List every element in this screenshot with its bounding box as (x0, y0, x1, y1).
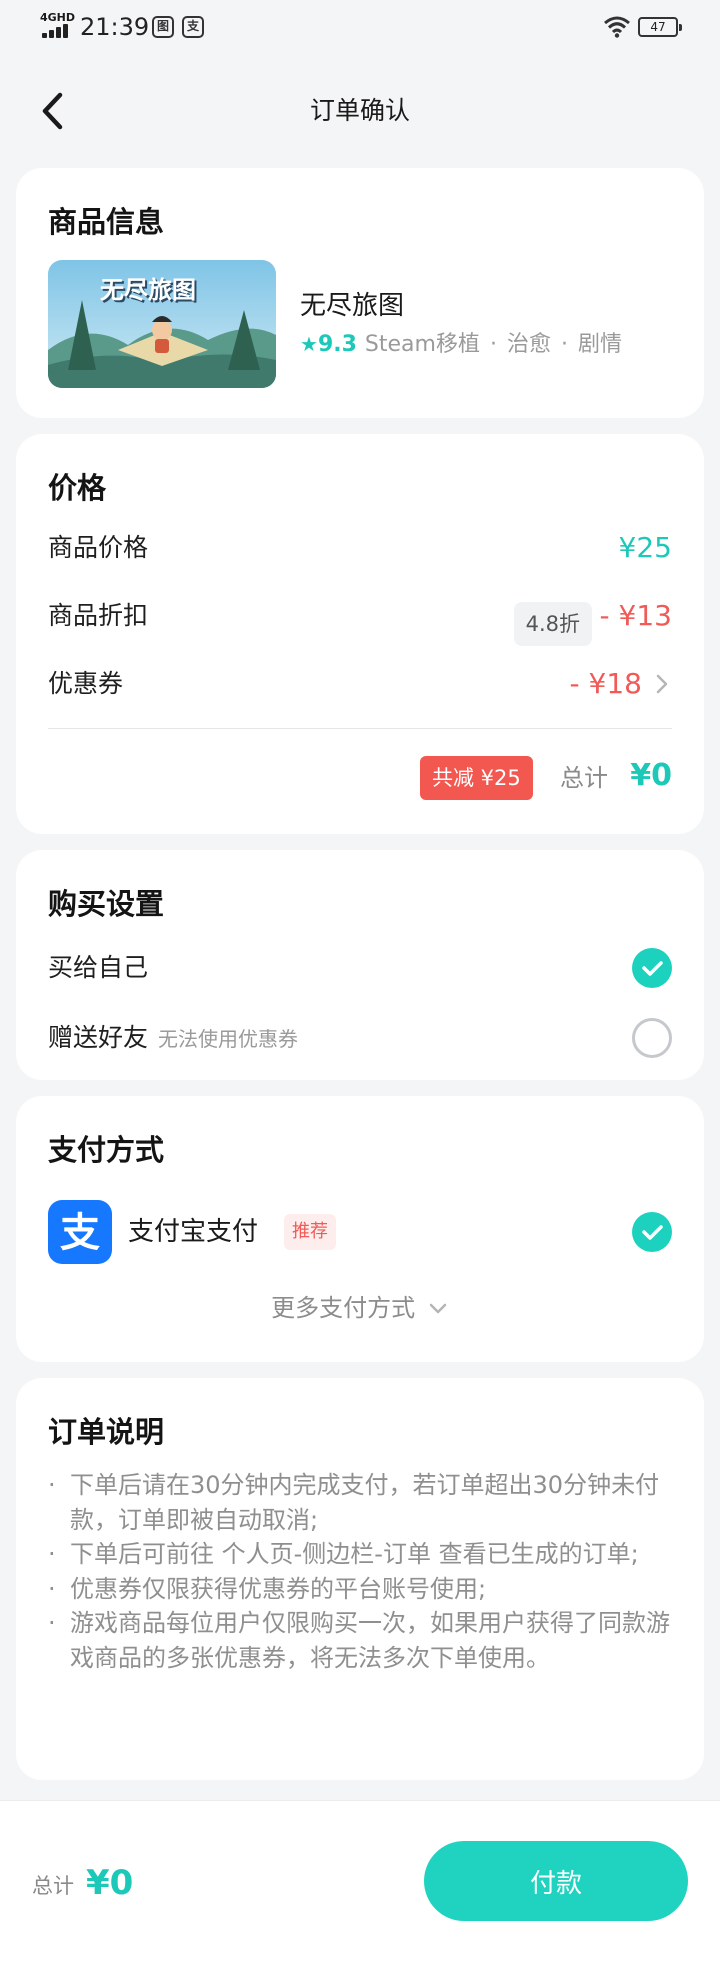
buy-for-self-radio[interactable] (632, 948, 672, 988)
item-price-value: ¥25 (618, 531, 672, 564)
total-reduction-badge: 共减 ¥25 (420, 756, 533, 800)
nav-bar: 订单确认 (0, 72, 720, 152)
recommend-badge: 推荐 (284, 1214, 336, 1250)
purchase-settings-card: 购买设置 买给自己 赠送好友 无法使用优惠券 (16, 850, 704, 1080)
discount-rate-tag: 4.8折 (513, 602, 592, 646)
discount-label: 商品折扣 (48, 601, 149, 630)
discount-amount: - ¥13 (599, 599, 672, 632)
product-rating: 9.3 (317, 332, 357, 357)
order-notes-card: 订单说明 下单后请在30分钟内完成支付，若订单超出30分钟未付款，订单即被自动取… (16, 1378, 704, 1780)
note-item: 下单后可前往 个人页-侧边栏-订单 查看已生成的订单; (48, 1537, 674, 1572)
svg-text:支: 支 (60, 1210, 100, 1256)
chevron-right-icon[interactable] (652, 672, 672, 696)
checkout-bar: 总计 ¥0 付款 (0, 1800, 720, 1965)
pay-button[interactable]: 付款 (424, 1841, 688, 1921)
buy-for-self-label[interactable]: 买给自己 (48, 950, 148, 986)
star-icon: ★ (300, 332, 318, 356)
product-tag: 剧情 (577, 332, 622, 357)
product-card: 商品信息 无尽旅图 无尽旅图 ★9.3 Steam移植 · 治愈 · 剧情 (16, 168, 704, 418)
status-time: 21:39 (80, 13, 150, 41)
signal-icon (42, 24, 74, 38)
gift-friend-label: 赠送好友 (48, 1023, 149, 1052)
note-item: 游戏商品每位用户仅限购买一次，如果用户获得了同款游戏商品的多张优惠券，将无法多次… (48, 1606, 674, 1675)
check-icon (642, 961, 663, 976)
payment-method-label[interactable]: 支付宝支付 (128, 1214, 258, 1250)
note-item: 下单后请在30分钟内完成支付，若订单超出30分钟未付款，订单即被自动取消; (48, 1468, 674, 1537)
bottom-total-label: 总计 (32, 1874, 74, 1898)
price-card: 价格 商品价格 ¥25 商品折扣 4.8折 - ¥13 优惠券 - ¥18 共减… (16, 434, 704, 834)
gallery-app-icon: 图 (152, 16, 174, 38)
payment-section-title: 支付方式 (48, 1133, 165, 1167)
notes-section-title: 订单说明 (48, 1415, 165, 1449)
separator-dot: · (489, 332, 497, 357)
gift-friend-note: 无法使用优惠券 (158, 1027, 299, 1051)
product-tag: 治愈 (506, 332, 551, 357)
gift-friend-row[interactable]: 赠送好友 无法使用优惠券 (48, 1020, 298, 1057)
wifi-icon (604, 16, 630, 38)
product-meta: ★9.3 Steam移植 · 治愈 · 剧情 (300, 328, 622, 361)
total-value: ¥0 (630, 758, 672, 793)
purchase-section-title: 购买设置 (48, 887, 165, 921)
alipay-icon: 支 (48, 1200, 112, 1264)
bottom-total-value: ¥0 (86, 1863, 134, 1903)
network-type: 4GHD (40, 11, 76, 24)
check-icon (642, 1225, 663, 1240)
alipay-app-icon: 支 (182, 16, 204, 38)
battery-icon: 47 (638, 17, 682, 37)
page-title: 订单确认 (309, 96, 410, 125)
alipay-radio[interactable] (632, 1212, 672, 1252)
product-section-title: 商品信息 (48, 205, 165, 239)
price-divider (48, 728, 672, 729)
separator-dot: · (560, 332, 568, 357)
note-item: 优惠券仅限获得优惠券的平台账号使用; (48, 1572, 674, 1607)
status-bar: 4GHD 21:39 图 支 47 (0, 0, 720, 56)
notes-list: 下单后请在30分钟内完成支付，若订单超出30分钟未付款，订单即被自动取消; 下单… (48, 1468, 674, 1675)
product-name: 无尽旅图 (300, 291, 405, 321)
gift-friend-radio[interactable] (632, 1018, 672, 1058)
total-label: 总计 (560, 764, 608, 792)
item-price-label: 商品价格 (48, 533, 149, 562)
cover-title-text: 无尽旅图 (100, 276, 196, 304)
more-payment-label: 更多支付方式 (271, 1294, 416, 1322)
price-section-title: 价格 (48, 471, 107, 505)
product-tag: Steam移植 (364, 332, 480, 357)
payment-card: 支付方式 支 支付宝支付 推荐 更多支付方式 (16, 1096, 704, 1362)
coupon-label[interactable]: 优惠券 (48, 666, 123, 702)
more-payment-methods[interactable]: 更多支付方式 (16, 1290, 704, 1326)
coupon-amount[interactable]: - ¥18 (570, 666, 642, 702)
game-cover-image[interactable]: 无尽旅图 (48, 260, 276, 388)
chevron-down-icon (429, 1303, 447, 1314)
